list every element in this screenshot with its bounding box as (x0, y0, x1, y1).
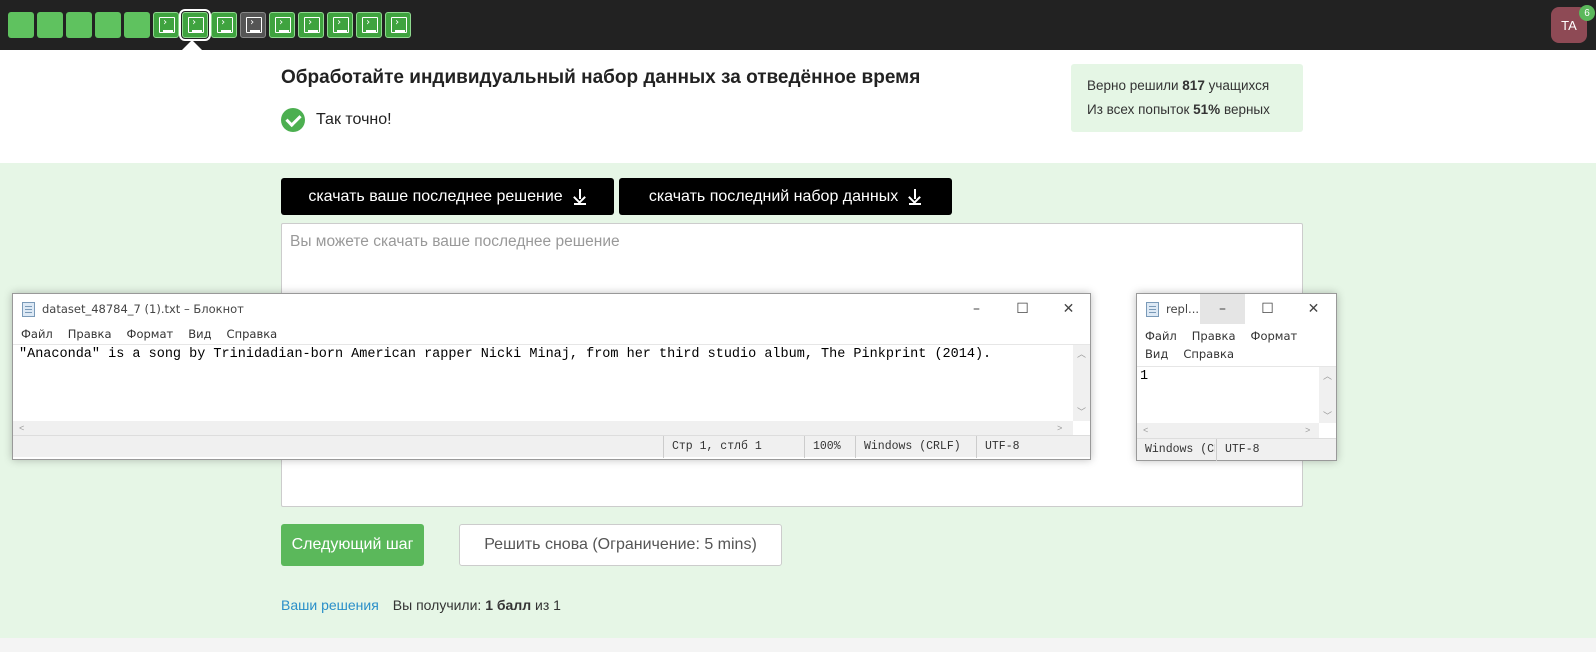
result-status: Так точно! (281, 108, 392, 132)
close-button[interactable]: ✕ (1046, 294, 1091, 324)
answer-placeholder: Вы можете скачать ваше последнее решение (290, 233, 620, 250)
step-code-task[interactable]: › (211, 12, 237, 38)
score-text: Вы получили: 1 балл из 1 (392, 597, 561, 613)
scroll-down-icon[interactable]: ﹀ (1077, 405, 1086, 418)
scroll-right-icon[interactable]: > (1057, 424, 1062, 434)
status-text: Так точно! (316, 111, 392, 128)
terminal-icon: › (191, 17, 203, 32)
step-code-task[interactable]: › (298, 12, 324, 38)
status-encoding: UTF-8 (976, 436, 1086, 458)
text-editor[interactable]: 1 ︿ ﹀ < > Windows (CRLF) UTF-8 (1137, 366, 1336, 461)
check-circle-icon (281, 108, 305, 132)
maximize-button[interactable]: ☐ (1245, 294, 1290, 324)
step-code-task[interactable]: › (356, 12, 382, 38)
status-encoding: UTF-8 (1216, 439, 1334, 461)
score-row: Ваши решения Вы получили: 1 балл из 1 (281, 597, 561, 613)
step-solved[interactable] (95, 12, 121, 38)
window-titlebar[interactable]: repl... – ☐ ✕ (1137, 294, 1336, 324)
notification-badge: 6 (1579, 5, 1595, 21)
close-button[interactable]: ✕ (1290, 294, 1337, 324)
step-code-task[interactable]: › (269, 12, 295, 38)
scroll-right-icon[interactable]: > (1305, 426, 1310, 436)
download-icon (908, 188, 922, 206)
vertical-scrollbar[interactable]: ︿ ﹀ (1073, 345, 1090, 421)
scroll-down-icon[interactable]: ﹀ (1323, 409, 1332, 422)
terminal-icon: › (365, 17, 377, 32)
minimize-button[interactable]: – (954, 294, 999, 324)
status-line-ending: Windows (CRLF) (1145, 443, 1215, 456)
scroll-left-icon[interactable]: < (19, 424, 24, 434)
terminal-icon: › (249, 17, 261, 32)
terminal-icon: › (220, 17, 232, 32)
terminal-icon: › (336, 17, 348, 32)
download-dataset-button[interactable]: скачать последний набор данных (619, 178, 952, 215)
current-step-pointer (182, 40, 202, 50)
scroll-up-icon[interactable]: ︿ (1323, 369, 1332, 382)
menu-view[interactable]: Вид (1145, 345, 1168, 363)
status-bar: Стр 1, стлб 1 100% Windows (CRLF) UTF-8 (13, 435, 1090, 458)
scroll-left-icon[interactable]: < (1143, 426, 1148, 436)
notepad-icon (1146, 301, 1159, 317)
notepad-icon (22, 301, 35, 317)
text-editor[interactable]: "Anaconda" is a song by Trinidadian-born… (13, 344, 1090, 458)
stats-solved: Верно решили 817 учащихся (1087, 78, 1270, 93)
status-zoom: 100% (804, 436, 854, 458)
step-code-task[interactable]: › (153, 12, 179, 38)
step-code-task-current[interactable]: › (179, 9, 211, 41)
retry-button[interactable]: Решить снова (Ограничение: 5 mins) (459, 524, 782, 566)
step-code-task[interactable]: › (385, 12, 411, 38)
window-title: repl... (1166, 302, 1200, 316)
next-step-button[interactable]: Следующий шаг (281, 524, 424, 566)
step-solved[interactable] (8, 12, 34, 38)
menu-file[interactable]: Файл (21, 327, 53, 341)
editor-content: 1 (1140, 369, 1149, 384)
stats-box: Верно решили 817 учащихся Из всех попыто… (1071, 64, 1303, 132)
download-solution-button[interactable]: скачать ваше последнее решение (281, 178, 614, 215)
terminal-icon: › (307, 17, 319, 32)
stats-attempts: Из всех попыток 51% верных (1087, 102, 1270, 117)
step-solved[interactable] (37, 12, 63, 38)
step-code-task[interactable]: › (327, 12, 353, 38)
maximize-button[interactable]: ☐ (1000, 294, 1045, 324)
download-dataset-label: скачать последний набор данных (648, 187, 899, 205)
step-solved[interactable] (124, 12, 150, 38)
minimize-button[interactable]: – (1200, 294, 1245, 324)
step-solved[interactable] (66, 12, 92, 38)
menu-bar: Файл Правка Формат Вид Справка (1137, 324, 1336, 366)
status-line-ending: Windows (CRLF) (855, 436, 975, 458)
terminal-icon: › (162, 17, 174, 32)
notepad-window-reply[interactable]: repl... – ☐ ✕ Файл Правка Формат Вид Спр… (1136, 293, 1337, 461)
step-code-task-unsolved[interactable]: › (240, 12, 266, 38)
your-solutions-link[interactable]: Ваши решения (281, 597, 379, 613)
menu-help[interactable]: Справка (227, 327, 278, 341)
scroll-up-icon[interactable]: ︿ (1077, 347, 1086, 360)
menu-help[interactable]: Справка (1183, 345, 1234, 363)
notepad-window-dataset[interactable]: dataset_48784_7 (1).txt – Блокнот – ☐ ✕ … (12, 293, 1091, 460)
menu-view[interactable]: Вид (188, 327, 211, 341)
menu-bar: Файл Правка Формат Вид Справка (13, 324, 1090, 344)
top-bar: › › › › › › › › › TA 6 (0, 0, 1596, 50)
status-position: Стр 1, стлб 1 (663, 436, 803, 458)
menu-edit[interactable]: Правка (1192, 327, 1236, 345)
page-title: Обработайте индивидуальный набор данных … (281, 67, 921, 88)
download-solution-label: скачать ваше последнее решение (308, 187, 563, 205)
terminal-icon: › (278, 17, 290, 32)
menu-format[interactable]: Формат (127, 327, 174, 341)
vertical-scrollbar[interactable]: ︿ ﹀ (1319, 367, 1336, 423)
window-titlebar[interactable]: dataset_48784_7 (1).txt – Блокнот – ☐ ✕ (13, 294, 1090, 324)
terminal-icon: › (394, 17, 406, 32)
menu-edit[interactable]: Правка (68, 327, 112, 341)
window-title: dataset_48784_7 (1).txt – Блокнот (42, 302, 244, 316)
menu-format[interactable]: Формат (1251, 327, 1298, 345)
editor-content: "Anaconda" is a song by Trinidadian-born… (19, 347, 992, 362)
download-icon (573, 188, 587, 206)
status-bar: Windows (CRLF) UTF-8 (1137, 438, 1336, 461)
menu-file[interactable]: Файл (1145, 327, 1177, 345)
step-list: › › › › › › › › › (8, 9, 411, 41)
